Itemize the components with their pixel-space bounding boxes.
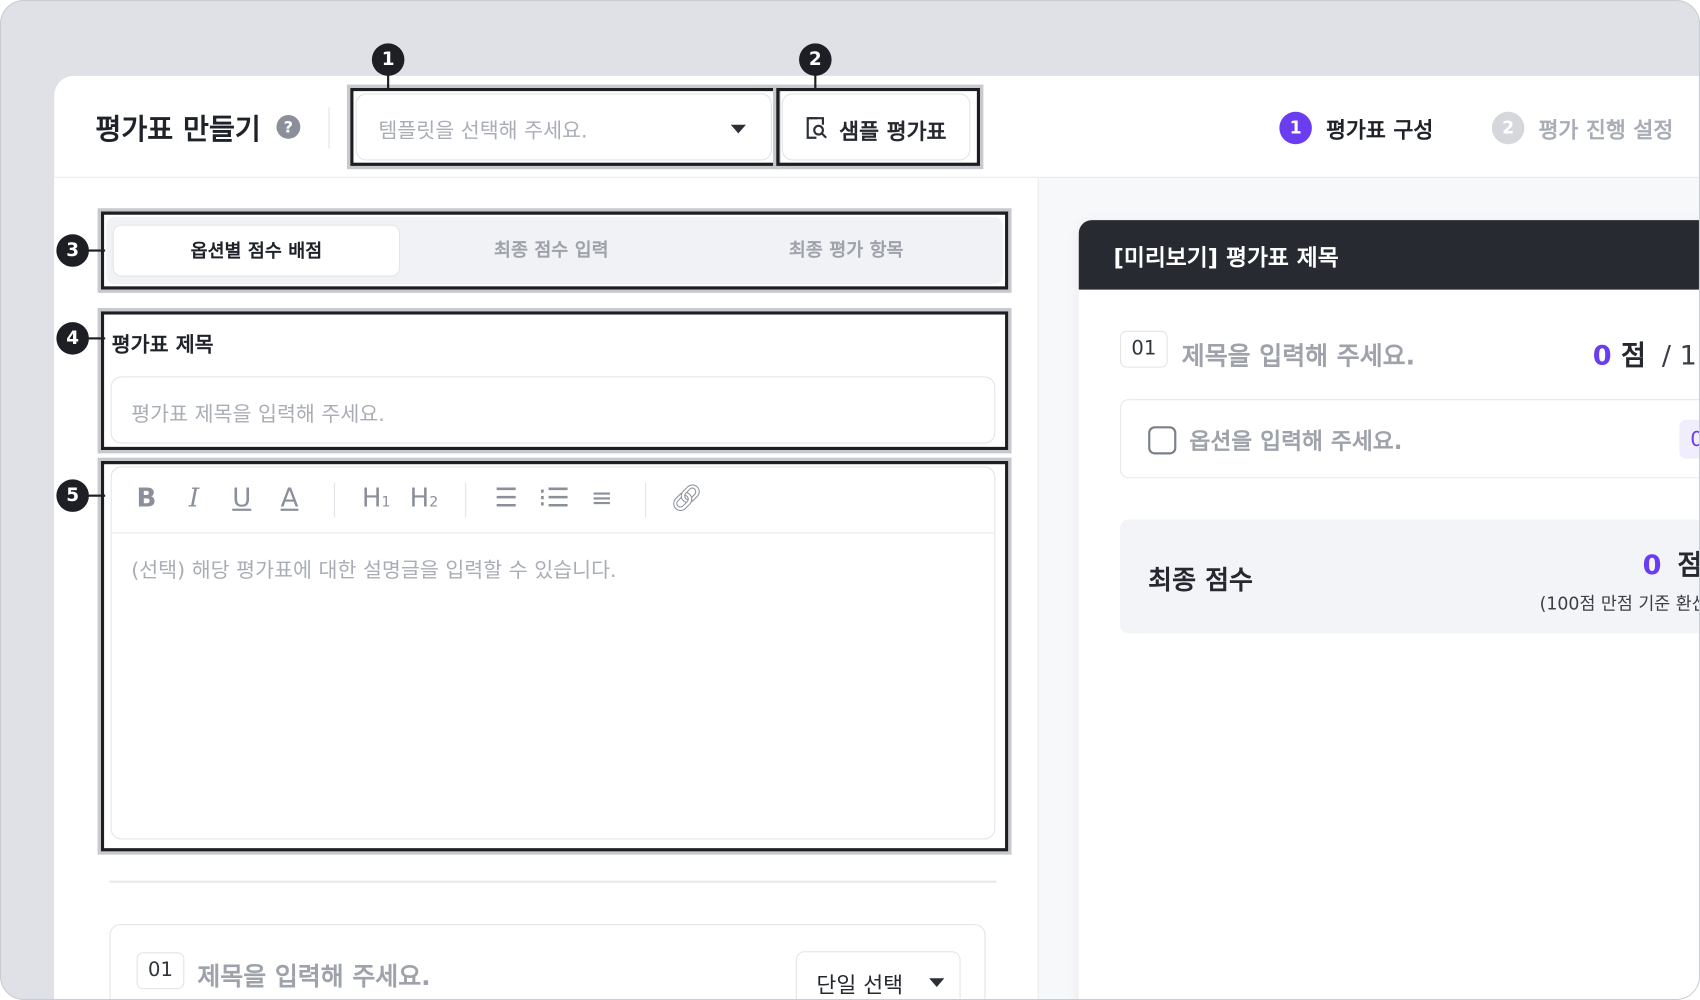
step-2-label[interactable]: 평가 진행 설정 xyxy=(1538,113,1673,144)
score-unit: 점 xyxy=(1621,339,1646,371)
page-title: 평가표 만들기 xyxy=(95,113,261,147)
title-input-placeholder: 평가표 제목을 입력해 주세요. xyxy=(131,402,385,427)
final-score-value: 0 xyxy=(1642,548,1662,581)
bold-icon[interactable]: B xyxy=(129,483,164,513)
annotation-badge-1: 1 xyxy=(371,43,405,76)
step-1-number: 1 xyxy=(1279,111,1312,145)
sample-button-label: 샘플 평가표 xyxy=(839,118,947,145)
question-title-input[interactable]: 제목을 입력해 주세요. xyxy=(197,956,430,993)
annotation-line xyxy=(87,494,106,497)
description-editor[interactable]: B I U A H1 H2 ☰ ⁝☰ ≡ 🔗︎ (선택) 해당 평가표에 대한 … xyxy=(110,466,996,840)
annotation-badge-4: 4 xyxy=(56,322,89,355)
preview-question-score: 0 점 / 13 xyxy=(1592,334,1699,373)
description-placeholder: (선택) 해당 평가표에 대한 설명글을 입력할 수 있습니다. xyxy=(131,558,617,583)
annotation-badge-2: 2 xyxy=(799,43,832,76)
toolbar-separator xyxy=(645,482,647,518)
final-score-box: 최종 점수 0 점 (100점 만점 기준 환산 xyxy=(1119,519,1700,634)
toolbar-separator xyxy=(465,482,467,518)
preview-document-icon xyxy=(806,117,827,139)
option-placeholder: 옵션을 입력해 주세요. xyxy=(1189,428,1403,455)
italic-icon[interactable]: I xyxy=(177,483,212,513)
annotation-line xyxy=(387,74,390,91)
app-window: 평가표 만들기 ? 템플릿을 선택해 주세요. 샘플 평가표 1 2 1 평가표… xyxy=(0,0,1700,1000)
chevron-down-icon xyxy=(730,124,746,134)
heading-1-icon[interactable]: H1 xyxy=(357,483,396,513)
final-score: 0 점 xyxy=(1642,543,1700,582)
final-score-unit: 점 xyxy=(1677,548,1700,581)
bullet-list-icon[interactable]: ⁝☰ xyxy=(537,483,572,513)
toolbar-separator xyxy=(333,482,336,518)
final-score-label: 최종 점수 xyxy=(1148,565,1253,596)
preview-header: [미리보기] 평가표 제목 xyxy=(1078,220,1699,290)
title-label: 평가표 제목 xyxy=(111,332,214,357)
preview-question-title: 제목을 입력해 주세요. xyxy=(1181,342,1416,371)
tab-option-score[interactable]: 옵션별 점수 배점 xyxy=(112,224,401,277)
chevron-down-icon xyxy=(929,978,945,987)
preview-question-number: 01 xyxy=(1119,330,1168,368)
scoring-tabs: 옵션별 점수 배점 최종 점수 입력 최종 평가 항목 xyxy=(106,216,1003,285)
question-circle-icon[interactable]: ? xyxy=(276,114,301,139)
heading-2-icon[interactable]: H2 xyxy=(404,483,443,513)
score-value: 0 xyxy=(1592,339,1612,371)
template-select[interactable]: 템플릿을 선택해 주세요. xyxy=(355,93,772,161)
tab-final-items[interactable]: 최종 평가 항목 xyxy=(703,225,990,277)
underline-icon[interactable]: U xyxy=(224,483,259,513)
annotation-line xyxy=(814,74,817,91)
link-icon[interactable]: 🔗︎ xyxy=(669,483,704,513)
preview-title: [미리보기] 평가표 제목 xyxy=(1113,245,1339,272)
question-number: 01 xyxy=(136,952,185,990)
final-score-note: (100점 만점 기준 환산 xyxy=(1539,593,1700,614)
preview-option: 옵션을 입력해 주세요. 0 xyxy=(1119,399,1699,479)
section-divider xyxy=(109,880,997,883)
title-input[interactable]: 평가표 제목을 입력해 주세요. xyxy=(110,376,996,444)
annotation-badge-5: 5 xyxy=(56,479,89,512)
annotation-line xyxy=(87,337,106,340)
score-total: / 13 xyxy=(1661,339,1699,371)
question-card: 01 제목을 입력해 주세요. 단일 선택 xyxy=(109,924,986,999)
step-1-label[interactable]: 평가표 구성 xyxy=(1326,113,1433,144)
annotation-line xyxy=(87,249,106,252)
annotation-badge-3: 3 xyxy=(56,234,89,267)
option-checkbox[interactable] xyxy=(1148,426,1177,455)
tab-final-score[interactable]: 최종 점수 입력 xyxy=(408,225,695,277)
question-type-select[interactable]: 단일 선택 xyxy=(795,951,961,999)
step-2-number: 2 xyxy=(1491,111,1525,145)
sample-button[interactable]: 샘플 평가표 xyxy=(781,93,971,161)
indent-icon[interactable]: ≡ xyxy=(584,483,619,513)
text-color-icon[interactable]: A xyxy=(272,483,307,513)
ordered-list-icon[interactable]: ☰ xyxy=(489,483,524,513)
template-select-placeholder: 템플릿을 선택해 주세요. xyxy=(378,119,588,144)
question-type-value: 단일 선택 xyxy=(816,971,904,998)
toolbar-divider xyxy=(111,532,995,534)
divider xyxy=(328,107,330,149)
option-score-badge: 0 xyxy=(1679,419,1699,459)
